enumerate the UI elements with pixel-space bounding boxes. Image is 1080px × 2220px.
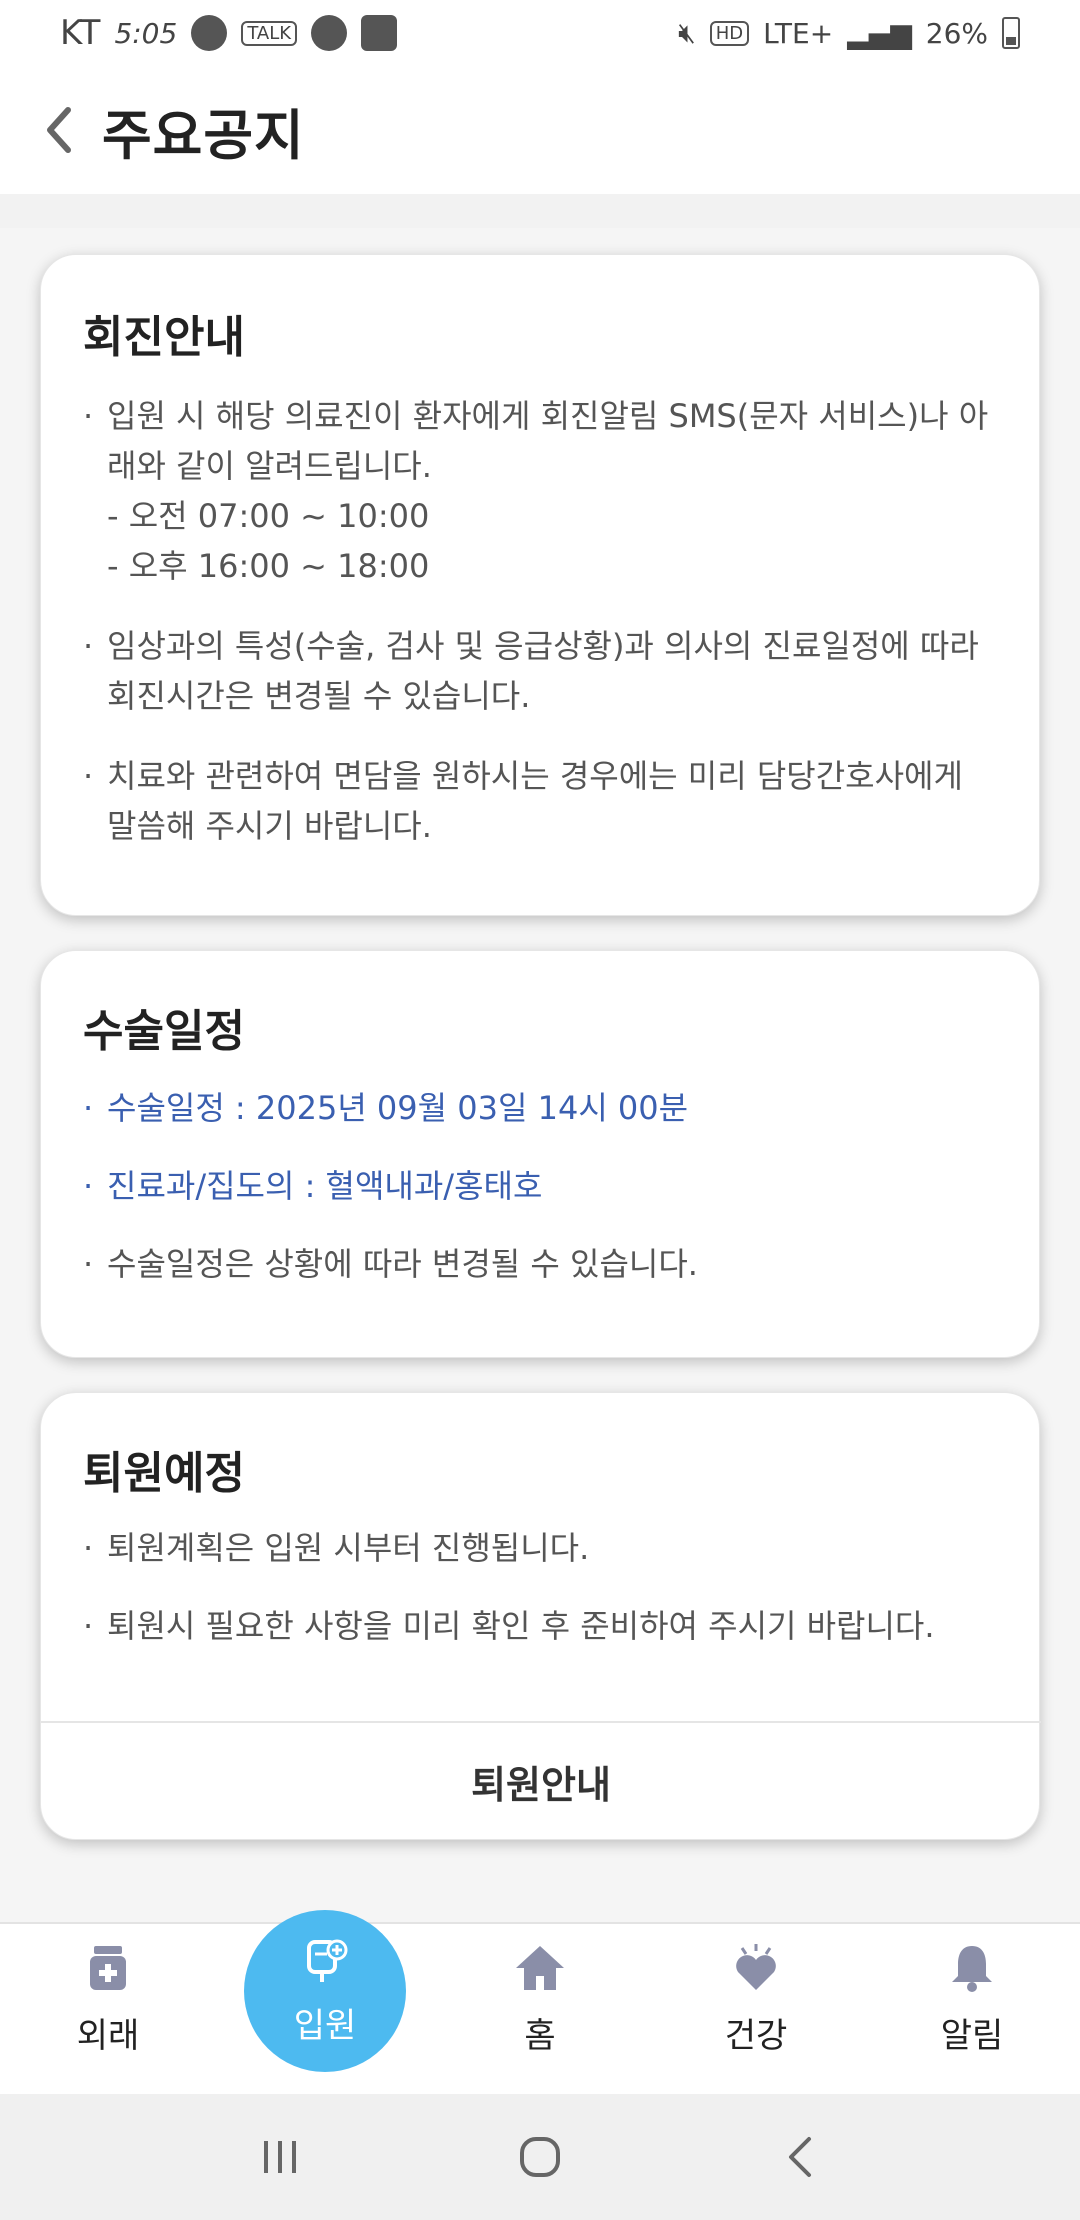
nav-label: 건강 [724, 2016, 788, 2056]
list-item: · 임상과의 특성(수술, 검사 및 응급상황)과 의사의 진료일정에 따라 회… [83, 621, 1003, 721]
recent-apps-button[interactable] [240, 2117, 320, 2197]
bullet-dot: · [83, 627, 94, 665]
list-item: · 수술일정은 상황에 따라 변경될 수 있습니다. [83, 1239, 1003, 1289]
chevron-left-icon [47, 107, 71, 153]
nav-label: 홈 [524, 2016, 556, 2056]
nav-item-outpatient[interactable]: 외래 [28, 1942, 188, 2082]
chat-icon [311, 15, 348, 51]
discharge-card: 퇴원예정 · 퇴원계획은 입원 시부터 진행됩니다. · 퇴원시 필요한 사항을… [40, 1392, 1041, 1841]
status-bar: KT 5:05 TALK 🔇︎ HD LTE+ ▂▄▆ 26% [0, 0, 1080, 66]
bullet-dot: · [83, 1089, 94, 1127]
list-item: · 퇴원시 필요한 사항을 미리 확인 후 준비하여 주시기 바랍니다. [83, 1601, 1003, 1651]
page-title: 주요공지 [102, 103, 305, 167]
carrier-label: KT [60, 13, 101, 53]
list-item-text: 임상과의 특성(수술, 검사 및 응급상황)과 의사의 진료일정에 따라 회진시… [107, 627, 979, 715]
list-item-text: 입원 시 해당 의료진이 환자에게 회진알림 SMS(문자 서비스)나 아 래와… [107, 397, 989, 485]
heart-icon [736, 1944, 776, 1990]
back-button[interactable] [34, 100, 84, 160]
surgery-schedule-card: 수술일정 · 수술일정 : 2025년 09월 03일 14시 00분 · 진료… [40, 950, 1040, 1358]
nav-item-alerts[interactable]: 알림 [892, 1942, 1052, 2082]
bullet-dot: · [83, 397, 94, 435]
battery-label: 26% [925, 16, 988, 50]
medicine-bottle-icon [90, 1946, 126, 1990]
bullet-dot: · [83, 1529, 94, 1567]
morning-time: - 오전 07:00 ~ 10:00 [107, 497, 430, 535]
network-label: LTE+ [763, 16, 834, 50]
back-arrow-icon [789, 2137, 811, 2177]
nav-item-inpatient[interactable]: 입원 [244, 1910, 406, 2072]
status-left: KT 5:05 TALK [60, 13, 398, 53]
card-title: 퇴원예정 [83, 1448, 245, 1499]
bottom-nav: 외래 입원 홈 건강 알림 [0, 1910, 1080, 2094]
list-item: · 치료와 관련하여 면담을 원하시는 경우에는 미리 담당간호사에게 말씀해 … [83, 751, 1003, 851]
list-item: · 퇴원계획은 입원 시부터 진행됩니다. [83, 1523, 1003, 1573]
home-icon [516, 1946, 564, 1990]
nav-label: 알림 [940, 2016, 1004, 2056]
iv-bag-icon [307, 1939, 348, 1982]
system-back-button[interactable] [760, 2117, 840, 2197]
list-item: · 입원 시 해당 의료진이 환자에게 회진알림 SMS(문자 서비스)나 아 … [83, 391, 1003, 491]
nav-label: 외래 [76, 2016, 140, 2056]
home-circle-icon [520, 2137, 560, 2177]
card-title: 회진안내 [83, 312, 245, 363]
bullet-dot: · [83, 757, 94, 795]
surgery-date-text: 수술일정 : 2025년 09월 03일 14시 00분 [107, 1089, 689, 1127]
bullet-dot: · [83, 1607, 94, 1645]
system-nav-bar [0, 2094, 1080, 2220]
talk-icon: TALK [241, 20, 298, 46]
list-item-text: 수술일정은 상황에 따라 변경될 수 있습니다. [107, 1245, 698, 1283]
moon-icon [191, 15, 228, 51]
hd-icon: HD [709, 20, 750, 46]
header-divider [0, 194, 1080, 228]
surgeon-item: · 진료과/집도의 : 혈액내과/홍태호 [83, 1161, 1003, 1211]
surgery-date-item: · 수술일정 : 2025년 09월 03일 14시 00분 [83, 1083, 1003, 1133]
nav-item-health[interactable]: 건강 [676, 1942, 836, 2082]
afternoon-time: - 오후 16:00 ~ 18:00 [107, 547, 430, 585]
nav-label: 입원 [293, 2005, 357, 2046]
status-right: 🔇︎ HD LTE+ ▂▄▆ 26% [678, 16, 1020, 50]
rounds-info-card: 회진안내 · 입원 시 해당 의료진이 환자에게 회진알림 SMS(문자 서비스… [40, 254, 1040, 916]
bullet-dot: · [83, 1167, 94, 1205]
battery-icon [1002, 17, 1020, 49]
nav-item-home[interactable]: 홈 [460, 1942, 620, 2082]
bell-icon [952, 1946, 992, 1992]
clock: 5:05 [114, 16, 178, 50]
discharge-guide-button[interactable]: 퇴원안내 [41, 1721, 1041, 1841]
home-system-button[interactable] [500, 2117, 580, 2197]
app-header: 주요공지 [0, 66, 1080, 194]
recent-apps-icon [264, 2141, 296, 2173]
list-item-text: 퇴원시 필요한 사항을 미리 확인 후 준비하여 주시기 바랍니다. [107, 1607, 935, 1645]
mute-icon: 🔇︎ [678, 16, 696, 49]
card-title: 수술일정 [83, 1006, 245, 1057]
list-item-text: 치료와 관련하여 면담을 원하시는 경우에는 미리 담당간호사에게 말씀해 주시… [107, 757, 963, 845]
wifi-icon [361, 15, 398, 51]
surgeon-text: 진료과/집도의 : 혈액내과/홍태호 [107, 1167, 543, 1205]
list-item-text: 퇴원계획은 입원 시부터 진행됩니다. [107, 1529, 590, 1567]
bullet-dot: · [83, 1245, 94, 1283]
signal-icon: ▂▄▆ [847, 16, 912, 50]
